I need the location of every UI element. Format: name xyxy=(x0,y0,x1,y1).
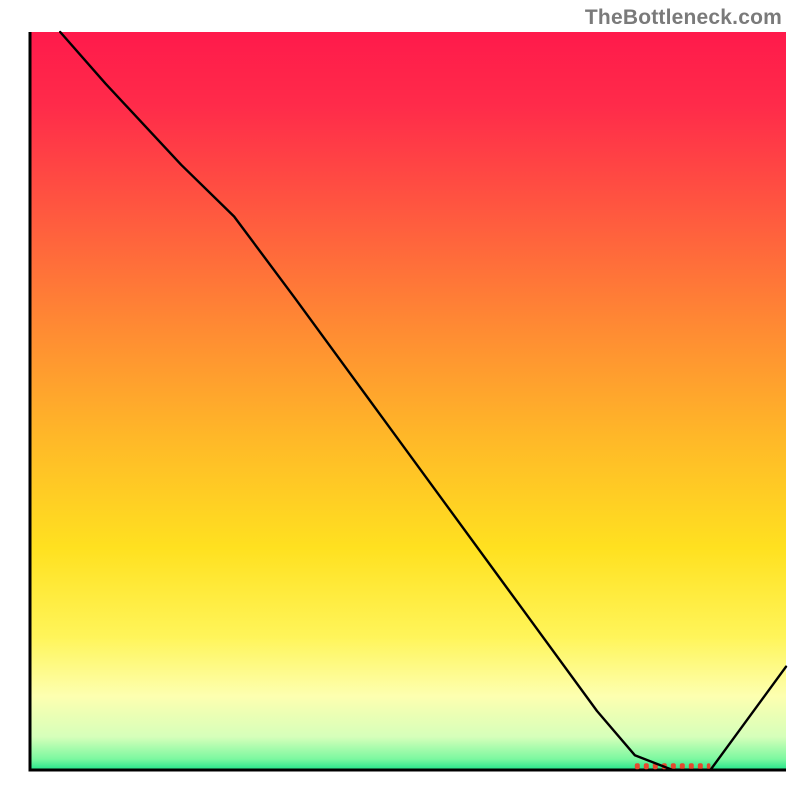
gradient-background xyxy=(30,32,786,770)
chart-svg xyxy=(0,0,800,800)
watermark-label: TheBottleneck.com xyxy=(585,6,782,30)
bottleneck-chart: TheBottleneck.com xyxy=(0,0,800,800)
optimal-range-marker xyxy=(635,763,711,769)
